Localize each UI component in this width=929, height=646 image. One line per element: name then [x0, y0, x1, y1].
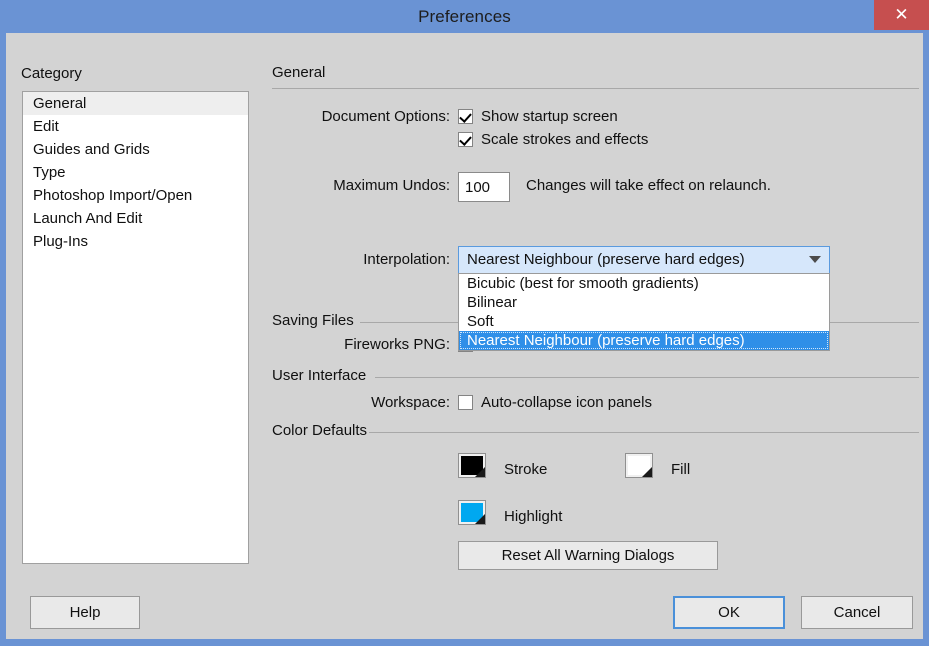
- show-startup-screen-checkbox[interactable]: [458, 109, 473, 124]
- maximum-undos-input[interactable]: [458, 172, 510, 202]
- workspace-label: Workspace:: [371, 394, 450, 411]
- chevron-down-icon: [809, 256, 821, 263]
- chevron-down-icon: [475, 467, 485, 477]
- highlight-color-swatch[interactable]: [458, 500, 486, 525]
- scale-strokes-label: Scale strokes and effects: [481, 131, 649, 148]
- interpolation-selected-value: Nearest Neighbour (preserve hard edges): [467, 251, 745, 268]
- stroke-color-swatch[interactable]: [458, 453, 486, 478]
- ok-button[interactable]: OK: [673, 596, 785, 629]
- saving-files-heading: Saving Files: [272, 312, 354, 329]
- auto-collapse-label: Auto-collapse icon panels: [481, 394, 652, 411]
- dialog-body: Category General Edit Guides and Grids T…: [6, 33, 923, 587]
- fill-label: Fill: [671, 461, 691, 478]
- interpolation-option-nearest-neighbour[interactable]: Nearest Neighbour (preserve hard edges): [459, 331, 829, 350]
- stroke-label: Stroke: [504, 461, 548, 478]
- sidebar-item-guides-and-grids[interactable]: Guides and Grids: [23, 138, 248, 161]
- help-button[interactable]: Help: [30, 596, 140, 629]
- page-title: Preferences: [418, 7, 511, 26]
- interpolation-option-bicubic[interactable]: Bicubic (best for smooth gradients): [459, 274, 829, 293]
- interpolation-select[interactable]: Nearest Neighbour (preserve hard edges): [458, 246, 830, 274]
- dialog-footer: Help OK Cancel: [6, 587, 923, 639]
- user-interface-heading: User Interface: [272, 367, 367, 384]
- fireworks-png-label: Fireworks PNG:: [344, 336, 450, 353]
- document-options-label: Document Options:: [321, 108, 450, 125]
- interpolation-options-list[interactable]: Bicubic (best for smooth gradients) Bili…: [458, 273, 830, 351]
- highlight-label: Highlight: [504, 508, 563, 525]
- fill-color-swatch[interactable]: [625, 453, 653, 478]
- maximum-undos-hint: Changes will take effect on relaunch.: [526, 177, 771, 194]
- interpolation-option-bilinear[interactable]: Bilinear: [459, 293, 829, 312]
- category-list[interactable]: General Edit Guides and Grids Type Photo…: [22, 91, 249, 564]
- sidebar-item-launch-and-edit[interactable]: Launch And Edit: [23, 207, 248, 230]
- maximum-undos-label: Maximum Undos:: [333, 177, 450, 194]
- cancel-button[interactable]: Cancel: [801, 596, 913, 629]
- title-bar: Preferences ✕: [0, 0, 929, 33]
- divider-general: [272, 88, 919, 89]
- category-label: Category: [21, 65, 82, 82]
- interpolation-option-soft[interactable]: Soft: [459, 312, 829, 331]
- sidebar-item-type[interactable]: Type: [23, 161, 248, 184]
- sidebar-item-general[interactable]: General: [23, 92, 248, 115]
- divider-user-interface: [375, 377, 919, 378]
- settings-pane: General Document Options: Show startup s…: [264, 33, 919, 587]
- chevron-down-icon: [642, 467, 652, 477]
- sidebar-item-edit[interactable]: Edit: [23, 115, 248, 138]
- sidebar-item-plug-ins[interactable]: Plug-Ins: [23, 230, 248, 253]
- color-defaults-heading: Color Defaults: [272, 422, 368, 439]
- divider-color-defaults: [369, 432, 919, 433]
- scale-strokes-checkbox[interactable]: [458, 132, 473, 147]
- reset-all-warning-dialogs-button[interactable]: Reset All Warning Dialogs: [458, 541, 718, 570]
- chevron-down-icon: [475, 514, 485, 524]
- show-startup-screen-label: Show startup screen: [481, 108, 618, 125]
- close-icon[interactable]: ✕: [874, 0, 929, 30]
- auto-collapse-checkbox[interactable]: [458, 395, 473, 410]
- interpolation-label: Interpolation:: [363, 251, 450, 268]
- pane-title: General: [272, 64, 326, 81]
- preferences-dialog: Preferences ✕ Category General Edit Guid…: [0, 0, 929, 646]
- sidebar-item-photoshop-import-open[interactable]: Photoshop Import/Open: [23, 184, 248, 207]
